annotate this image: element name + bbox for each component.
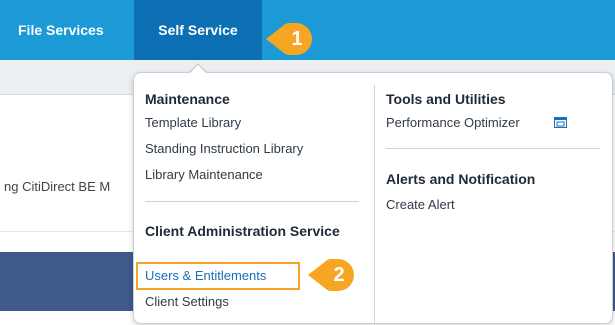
callout-number: 2: [333, 264, 345, 286]
menu-item-standing-instruction-library[interactable]: Standing Instruction Library: [145, 141, 303, 156]
self-service-mega-menu: Maintenance Template Library Standing In…: [133, 72, 613, 325]
nav-file-services[interactable]: File Services: [18, 0, 104, 60]
menu-heading-client-administration-service: Client Administration Service: [145, 223, 340, 239]
menu-item-performance-optimizer[interactable]: Performance Optimizer: [386, 115, 520, 130]
menu-item-library-maintenance[interactable]: Library Maintenance: [145, 167, 263, 182]
menu-item-client-settings[interactable]: Client Settings: [145, 294, 229, 309]
column-divider: [374, 85, 375, 325]
menu-separator: [386, 148, 600, 149]
callout-number: 1: [291, 28, 303, 50]
step-callout-2: 2: [308, 258, 354, 292]
external-window-icon: [554, 115, 567, 128]
menu-heading-maintenance: Maintenance: [145, 91, 230, 107]
menu-item-template-library[interactable]: Template Library: [145, 115, 241, 130]
menu-separator: [145, 201, 359, 202]
menu-caret-fill: [189, 65, 207, 74]
menu-heading-alerts-and-notification: Alerts and Notification: [386, 171, 536, 187]
menu-item-users-entitlements[interactable]: Users & Entitlements: [145, 268, 266, 283]
menu-heading-tools-and-utilities: Tools and Utilities: [386, 91, 506, 107]
step-callout-1: 1: [266, 22, 312, 56]
content-row-text: ng CitiDirect BE M: [4, 179, 111, 194]
menu-item-create-alert[interactable]: Create Alert: [386, 197, 455, 212]
nav-self-service[interactable]: Self Service: [134, 0, 262, 60]
